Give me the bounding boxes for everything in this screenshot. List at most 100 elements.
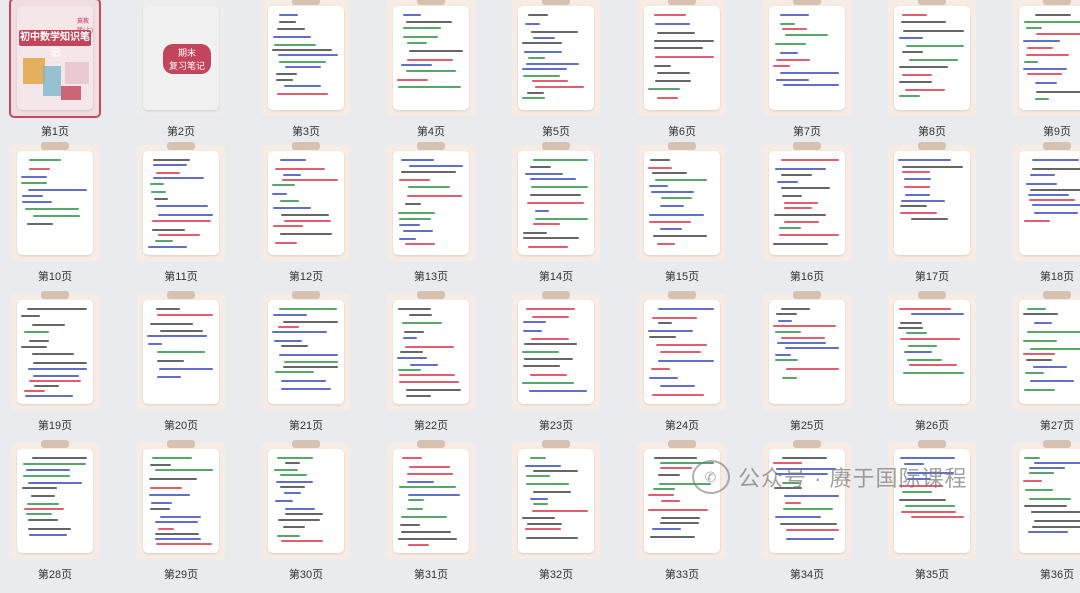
- page-preview[interactable]: [11, 291, 99, 410]
- page-thumbnail[interactable]: 第15页: [627, 142, 752, 295]
- note-line: [529, 390, 587, 392]
- page-preview[interactable]: [137, 291, 225, 410]
- page-preview[interactable]: [1013, 291, 1080, 410]
- page-preview[interactable]: [387, 142, 475, 261]
- note-line: [275, 168, 325, 170]
- page-preview[interactable]: [262, 291, 350, 410]
- note-line: [661, 197, 692, 199]
- note-line: [525, 173, 563, 175]
- page-preview[interactable]: [512, 440, 600, 559]
- page-content: [268, 449, 344, 553]
- page-preview[interactable]: [387, 440, 475, 559]
- page-thumbnail[interactable]: 第3页: [251, 0, 376, 150]
- note-line: [28, 189, 87, 191]
- note-line: [652, 172, 687, 174]
- note-line: [1034, 322, 1052, 324]
- note-line: [401, 64, 432, 66]
- note-line: [1027, 73, 1062, 75]
- page-preview[interactable]: [11, 142, 99, 261]
- page-preview[interactable]: [262, 0, 350, 116]
- page-thumbnail[interactable]: 第13页: [376, 142, 501, 295]
- page-thumbnail[interactable]: 第16页: [752, 142, 877, 295]
- page-preview[interactable]: [888, 0, 976, 116]
- page-content: [143, 151, 219, 255]
- page-thumbnail[interactable]: 第31页: [376, 440, 501, 593]
- binder-clip: [542, 291, 570, 299]
- page-thumbnail[interactable]: 第19页: [0, 291, 125, 444]
- page-thumbnail[interactable]: 第12页: [251, 142, 376, 295]
- page-preview[interactable]: [763, 0, 851, 116]
- page-preview[interactable]: [11, 440, 99, 559]
- page-preview[interactable]: [1013, 0, 1080, 116]
- note-line: [284, 220, 331, 222]
- note-line: [904, 351, 932, 353]
- page-thumbnail[interactable]: 第23页: [501, 291, 626, 444]
- note-line: [277, 535, 300, 537]
- page-thumbnail[interactable]: 第30页: [251, 440, 376, 593]
- page-preview[interactable]: [137, 440, 225, 559]
- note-line: [1030, 380, 1074, 382]
- page-preview[interactable]: [638, 142, 726, 261]
- page-preview[interactable]: 期末 复习笔记: [137, 0, 225, 116]
- page-preview[interactable]: [1013, 142, 1080, 261]
- note-line: [658, 474, 680, 476]
- page-preview[interactable]: 冀教版(上)初中数学知识笔记: [9, 0, 101, 118]
- page-preview[interactable]: [888, 291, 976, 410]
- page-preview[interactable]: [512, 291, 600, 410]
- page-content: [518, 449, 594, 553]
- page-preview[interactable]: [387, 291, 475, 410]
- review-badge: 期末 复习笔记: [163, 44, 211, 74]
- note-line: [26, 513, 52, 515]
- page-thumbnail[interactable]: 第26页: [877, 291, 1002, 444]
- note-line: [408, 499, 424, 501]
- binder-clip: [417, 291, 445, 299]
- page-thumbnail[interactable]: 第24页: [627, 291, 752, 444]
- page-preview[interactable]: [888, 142, 976, 261]
- page-thumbnail[interactable]: 第21页: [251, 291, 376, 444]
- page-thumbnail[interactable]: 第7页: [752, 0, 877, 150]
- page-preview[interactable]: [387, 0, 475, 116]
- page-thumbnail[interactable]: 第17页: [877, 142, 1002, 295]
- page-preview[interactable]: [262, 142, 350, 261]
- page-thumbnail[interactable]: 第14页: [501, 142, 626, 295]
- note-line: [275, 500, 293, 502]
- page-preview[interactable]: [262, 440, 350, 559]
- note-line: [283, 526, 305, 528]
- page-thumbnail[interactable]: 第10页: [0, 142, 125, 295]
- page-thumbnail[interactable]: 第6页: [627, 0, 752, 150]
- page-content: [518, 300, 594, 404]
- note-line: [397, 79, 428, 81]
- page-thumbnail[interactable]: 第9页: [1002, 0, 1080, 150]
- page-thumbnail[interactable]: 期末 复习笔记 第2页: [126, 0, 251, 150]
- page-thumbnail[interactable]: 第28页: [0, 440, 125, 593]
- page-thumbnail[interactable]: 第20页: [126, 291, 251, 444]
- page-thumbnail[interactable]: 第32页: [501, 440, 626, 593]
- page-thumbnail[interactable]: 第29页: [126, 440, 251, 593]
- note-line: [284, 361, 338, 363]
- note-line: [276, 481, 313, 483]
- page-thumbnail[interactable]: 第5页: [501, 0, 626, 150]
- page-thumbnail[interactable]: 第4页: [376, 0, 501, 150]
- page-preview[interactable]: [763, 142, 851, 261]
- page-thumbnail[interactable]: 冀教版(上)初中数学知识笔记第1页: [0, 0, 125, 150]
- page-preview[interactable]: [638, 291, 726, 410]
- page-thumbnail[interactable]: 第22页: [376, 291, 501, 444]
- note-line: [779, 227, 801, 229]
- page-preview[interactable]: [763, 291, 851, 410]
- page-preview[interactable]: [137, 142, 225, 261]
- page-thumbnail[interactable]: 第11页: [126, 142, 251, 295]
- note-line: [399, 374, 455, 376]
- note-line: [403, 27, 441, 29]
- note-line: [658, 308, 714, 310]
- page-preview[interactable]: [512, 142, 600, 261]
- page-thumbnail[interactable]: 第27页: [1002, 291, 1080, 444]
- page-number-label: 第27页: [1039, 420, 1075, 432]
- note-line: [27, 503, 59, 505]
- page-preview[interactable]: [638, 0, 726, 116]
- page-thumbnail[interactable]: 第18页: [1002, 142, 1080, 295]
- page-number-label: 第9页: [1042, 126, 1072, 138]
- page-preview[interactable]: [512, 0, 600, 116]
- note-line: [407, 481, 434, 483]
- page-thumbnail[interactable]: 第25页: [752, 291, 877, 444]
- page-thumbnail[interactable]: 第8页: [877, 0, 1002, 150]
